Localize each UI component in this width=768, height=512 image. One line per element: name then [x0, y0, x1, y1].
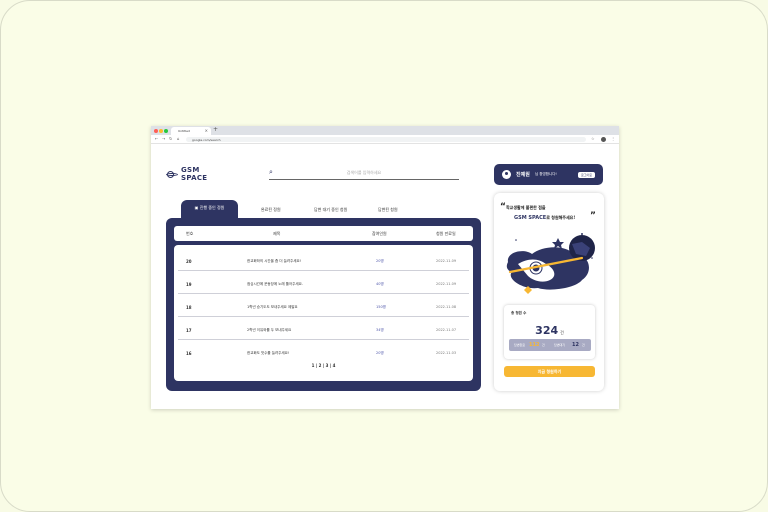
side-headline-line2: GSM SPACE로 청원해주세요! — [514, 215, 575, 221]
row-date: 2022.11.07 — [436, 328, 457, 332]
user-greeting: 님 환영합니다! — [535, 172, 557, 176]
pending-unit: 건 — [582, 343, 585, 347]
side-panel: “ ” 학교생활에 불편한 점을 GSM SPACE로 청원해주세요! 총 청원… — [494, 193, 604, 391]
menu-icon[interactable]: ⋮ — [611, 136, 615, 141]
answered-value: 112 — [529, 342, 540, 348]
board-tabs: ▣ 진행 중인 정원 완료된 정원 답변 대기 중인 청원 답변된 청원 — [166, 200, 481, 218]
browser-tab-title: Untitled — [178, 129, 190, 133]
side-headline-line1: 학교생활에 불편한 점을 — [506, 205, 546, 210]
tab-close-icon[interactable]: × — [205, 128, 208, 133]
pending-label: 답변대기 — [554, 343, 566, 347]
petition-stats: 총 청원 수 324 건 답변완료 112 건 답변대기 12 건 — [504, 305, 595, 359]
apply-petition-button[interactable]: 지금 청원하기 — [504, 366, 595, 377]
logo-line1: GSM — [181, 166, 200, 174]
url-field[interactable]: google.com/search — [186, 137, 586, 142]
row-count: 34명 — [376, 328, 384, 332]
answered-label: 답변완료 — [514, 343, 526, 347]
row-count: 40명 — [376, 282, 384, 286]
table-body: 20 한교화하의 시간을 좀 더 늘려주세요! 20명 2022.11.09 1… — [174, 245, 473, 381]
row-title[interactable]: 1학년 승기도도 보내주세요 제발요 — [247, 305, 298, 310]
user-name: 진예원 — [516, 172, 530, 178]
forward-icon[interactable]: → — [162, 136, 165, 141]
browser-tabbar: Untitled × + — [151, 126, 619, 135]
home-icon[interactable]: ⌂ — [177, 136, 180, 141]
table-row[interactable]: 17 2학년 이유와를 두 보내주세요 34명 2022.11.07 — [178, 318, 469, 340]
tab-in-progress[interactable]: ▣ 진행 중인 정원 — [181, 200, 238, 218]
search-bar[interactable]: ⌕ 검색어를 입력하세요 — [269, 168, 459, 180]
search-input[interactable]: 검색어를 입력하세요 — [269, 170, 459, 176]
header-title: 제목 — [273, 231, 281, 236]
close-window-dot[interactable] — [154, 129, 158, 133]
tab-awaiting-answer[interactable]: 답변 대기 중인 청원 — [314, 207, 347, 213]
tab-answered[interactable]: 답변된 청원 — [378, 207, 398, 213]
logo-line2: SPACE — [181, 174, 208, 182]
pagination[interactable]: 1 | 2 | 3 | 4 — [174, 363, 473, 368]
row-count: 20명 — [376, 259, 384, 263]
table-row[interactable]: 20 한교화하의 시간을 좀 더 늘려주세요! 20명 2022.11.09 — [178, 249, 469, 271]
header-count: 참여인원 — [372, 231, 387, 236]
row-title[interactable]: 2학년 이유와를 두 보내주세요 — [247, 328, 291, 333]
web-page: GSM SPACE ⌕ 검색어를 입력하세요 진예원 님 환영합니다! 로그아웃… — [151, 144, 619, 409]
avatar — [502, 170, 511, 179]
outer-frame: Untitled × + ← → ↻ ⌂ google.com/search ☆… — [0, 0, 768, 512]
quote-close: ” — [590, 211, 596, 221]
astronaut-illustration — [506, 233, 595, 294]
row-title[interactable]: 한교화하의 시간을 좀 더 늘려주세요! — [247, 259, 301, 264]
logout-button[interactable]: 로그아웃 — [578, 172, 595, 178]
row-num: 16 — [186, 351, 192, 356]
stats-breakdown: 답변완료 112 건 답변대기 12 건 — [509, 339, 591, 351]
reload-icon[interactable]: ↻ — [169, 136, 172, 141]
pending-value: 12 — [572, 342, 579, 348]
star-icon[interactable]: ☆ — [591, 136, 595, 141]
row-date: 2022.11.08 — [436, 305, 457, 309]
side-headline-brand: GSM SPACE — [514, 215, 547, 221]
logo[interactable]: GSM SPACE — [166, 166, 207, 182]
user-card: 진예원 님 환영합니다! 로그아웃 — [494, 164, 603, 185]
new-tab-icon[interactable]: + — [213, 126, 218, 133]
petition-board: 번호 제목 참여인원 청원 만료일 20 한교화하의 시간을 좀 더 늘려주세요… — [166, 218, 481, 391]
maximize-window-dot[interactable] — [164, 129, 168, 133]
row-count: 150명 — [376, 305, 386, 309]
browser-tab[interactable]: Untitled × — [171, 127, 211, 135]
stats-total-unit: 건 — [560, 330, 564, 335]
stats-label: 총 청원 수 — [511, 311, 527, 315]
row-count: 20명 — [376, 351, 384, 355]
back-icon[interactable]: ← — [155, 136, 158, 141]
stats-total: 324 건 — [504, 319, 595, 338]
table-row[interactable]: 18 1학년 승기도도 보내주세요 제발요 150명 2022.11.08 — [178, 295, 469, 317]
profile-icon[interactable] — [601, 137, 606, 142]
url-text: google.com/search — [192, 138, 221, 142]
row-date: 2022.11.09 — [436, 259, 457, 263]
row-num: 20 — [186, 259, 192, 264]
row-date: 2022.11.03 — [436, 351, 457, 355]
table-row[interactable]: 16 한교화도 맛수를 늘려주세요! 20명 2022.11.03 — [178, 341, 469, 363]
minimize-window-dot[interactable] — [159, 129, 163, 133]
header-date: 청원 만료일 — [436, 231, 456, 236]
table-header: 번호 제목 참여인원 청원 만료일 — [174, 226, 473, 241]
table-row[interactable]: 19 점심시간에 운동장에 노래 틀어주세요. 40명 2022.11.09 — [178, 272, 469, 294]
browser-window: Untitled × + ← → ↻ ⌂ google.com/search ☆… — [151, 126, 619, 409]
row-num: 19 — [186, 282, 192, 287]
stats-total-value: 324 — [535, 324, 559, 337]
row-num: 17 — [186, 328, 192, 333]
row-num: 18 — [186, 305, 192, 310]
row-title[interactable]: 한교화도 맛수를 늘려주세요! — [247, 351, 289, 356]
tab-label: 진행 중인 정원 — [199, 205, 225, 210]
row-title[interactable]: 점심시간에 운동장에 노래 틀어주세요. — [247, 282, 303, 287]
side-headline-rest: 로 청원해주세요! — [546, 215, 576, 220]
address-bar-row: ← → ↻ ⌂ google.com/search ☆ ⋮ — [151, 135, 619, 144]
tab-completed[interactable]: 완료된 정원 — [261, 207, 281, 213]
header-num: 번호 — [186, 231, 194, 236]
planet-icon — [166, 169, 178, 179]
row-date: 2022.11.09 — [436, 282, 457, 286]
answered-unit: 건 — [542, 343, 545, 347]
